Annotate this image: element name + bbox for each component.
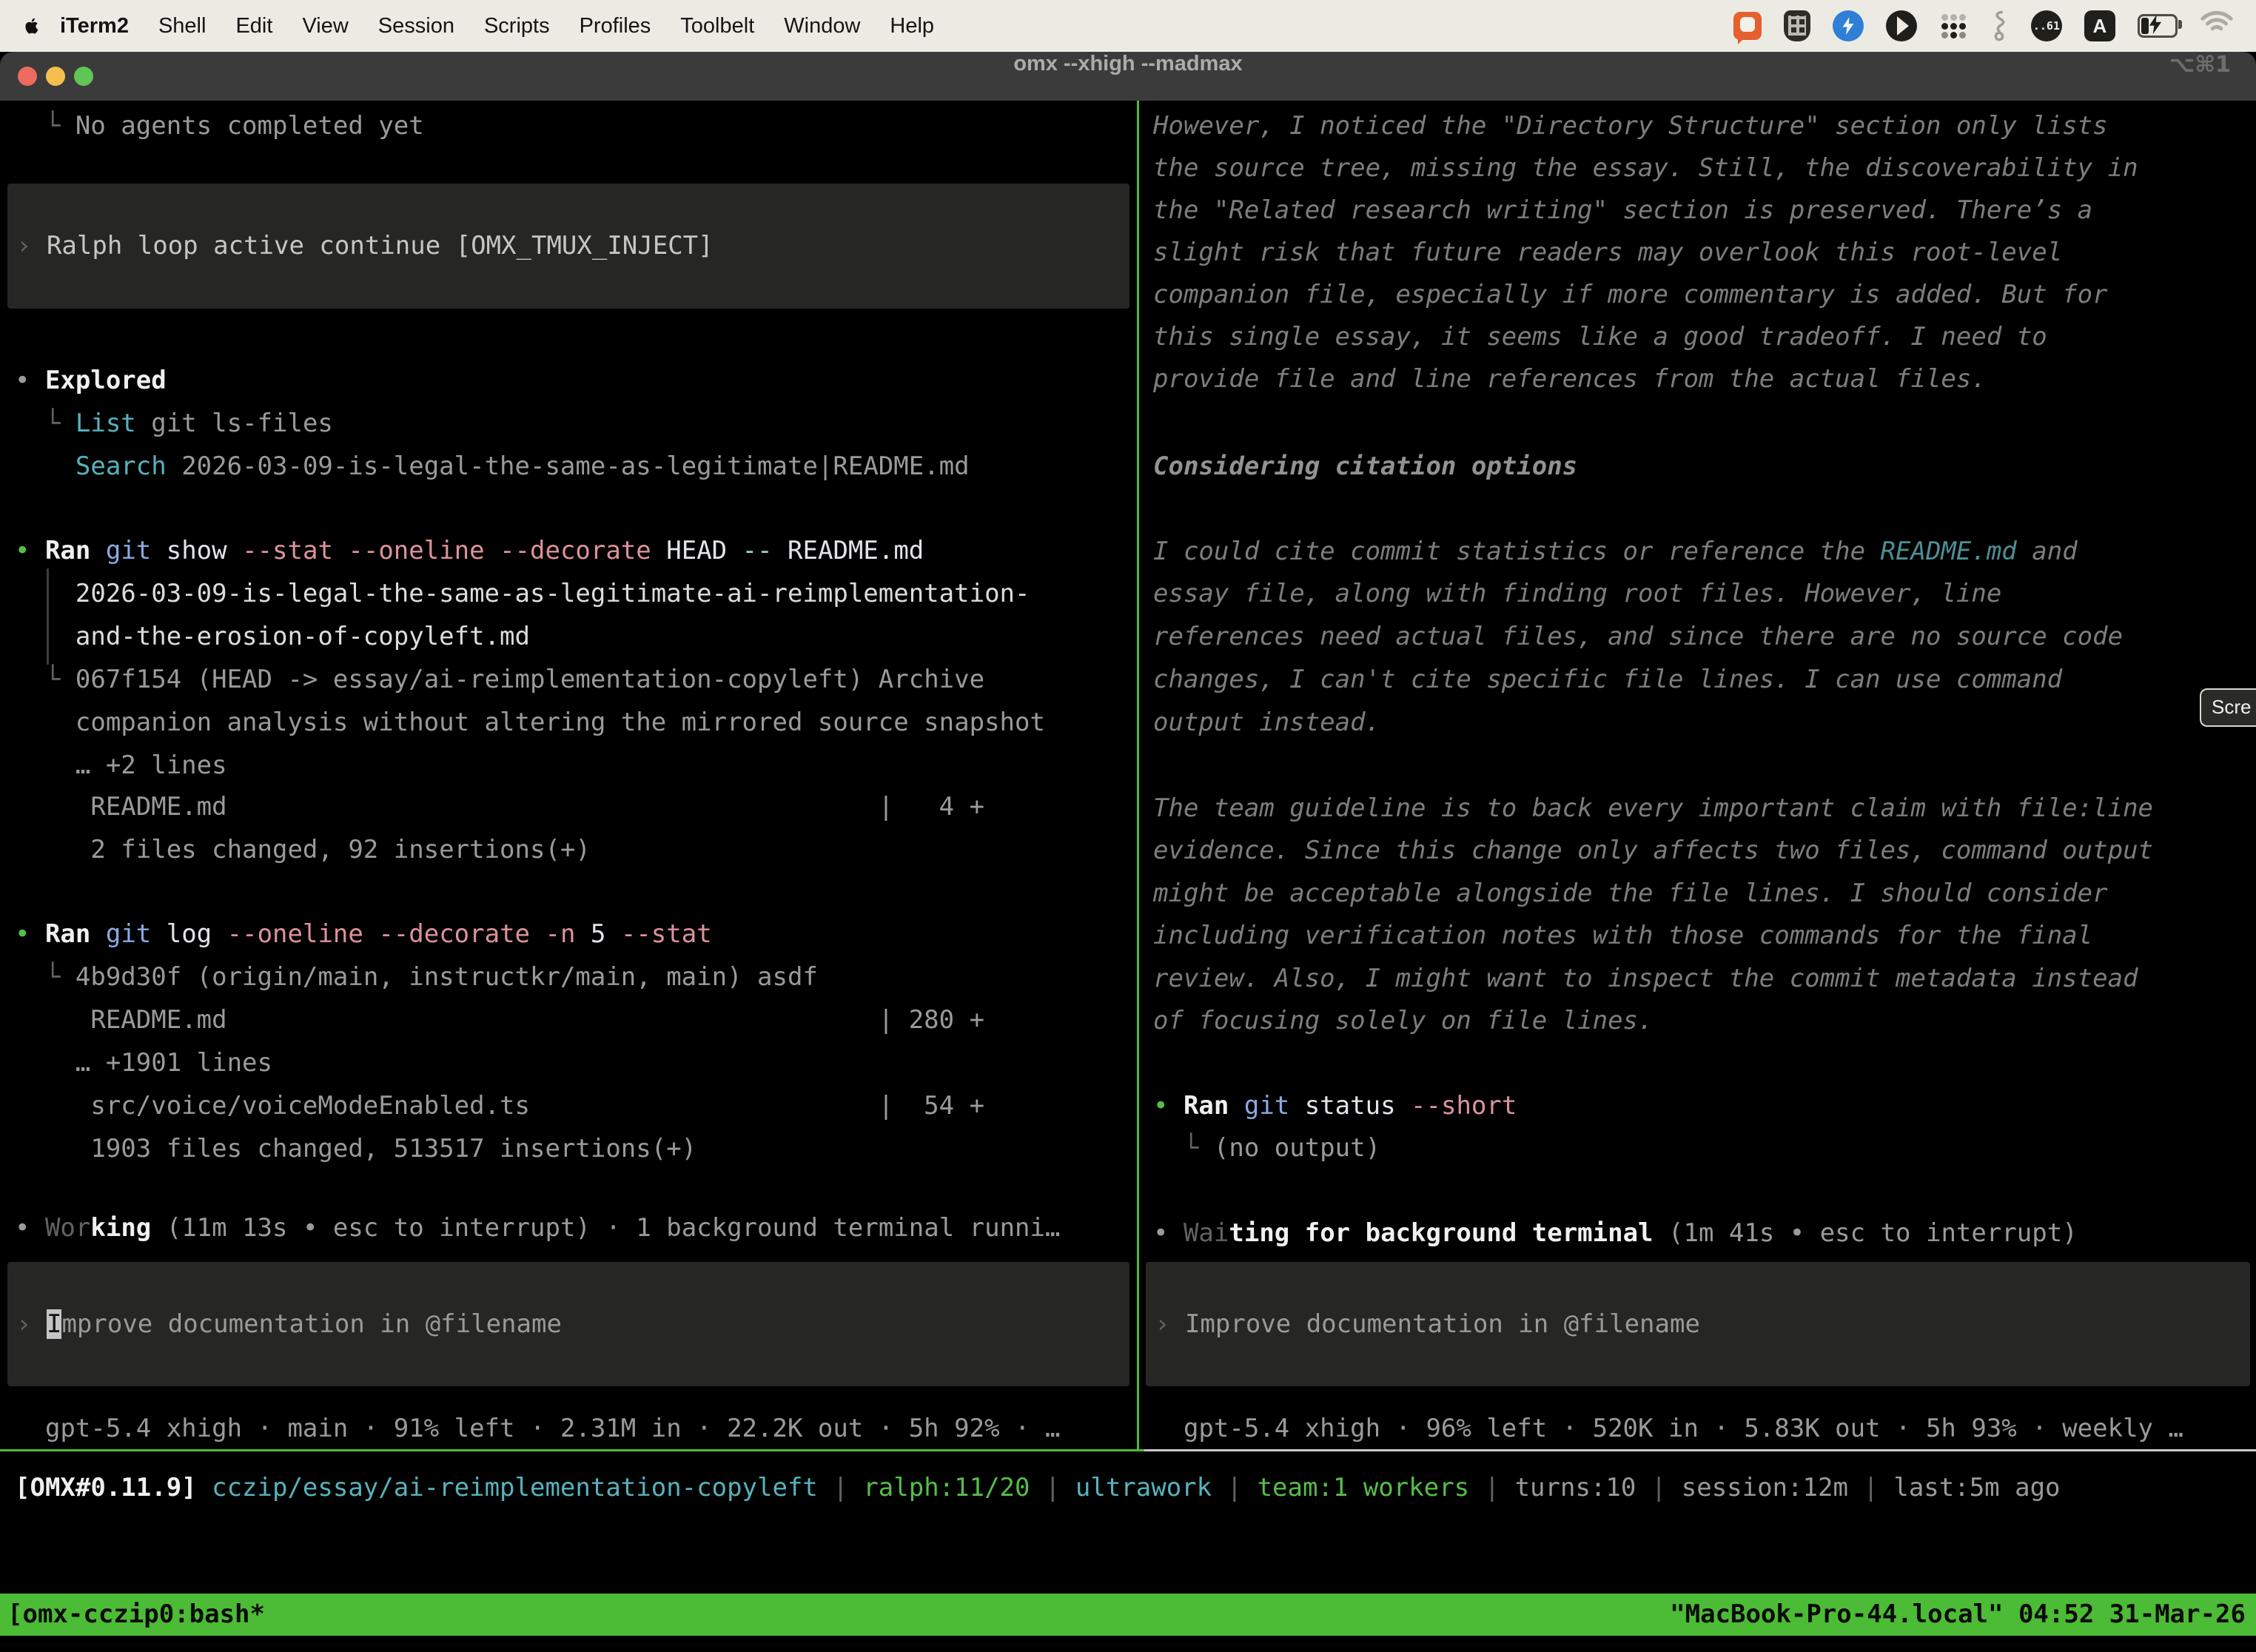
terminal-line: references need actual files, and since … [1153, 616, 2123, 658]
terminal-line: └ 067f154 (HEAD -> essay/ai-reimplementa… [15, 659, 984, 701]
apple-menu-icon[interactable] [22, 14, 42, 38]
pane-border-left-bottom [0, 1449, 1144, 1451]
menu-item-edit[interactable]: Edit [221, 14, 287, 38]
pane-divider[interactable] [1137, 101, 1139, 1451]
terminal-line: • Ran git log --oneline --decorate -n 5 … [15, 913, 712, 956]
terminal-line: gpt-5.4 xhigh · main · 91% left · 2.31M … [15, 1408, 1060, 1449]
terminal-line: review. Also, I might want to inspect th… [1153, 958, 2138, 1000]
terminal-line: └ No agents completed yet [15, 105, 424, 147]
keyboard-layout-icon[interactable]: A [2084, 10, 2115, 41]
menu-item-view[interactable]: View [287, 14, 363, 38]
terminal-line: output instead. [1153, 702, 1380, 744]
omx-status-line: [OMX#0.11.9] cczip/essay/ai-reimplementa… [15, 1467, 2061, 1509]
menu-item-app[interactable]: iTerm2 [42, 14, 144, 38]
agent-prompt-input-right[interactable]: › Improve documentation in @filename [1146, 1262, 2250, 1386]
prompt-text-left: › Improve documentation in @filename [7, 1303, 562, 1346]
terminal-line: of focusing solely on file lines. [1153, 1000, 1654, 1042]
menu-item-session[interactable]: Session [363, 14, 469, 38]
terminal-line: slight risk that future readers may over… [1153, 232, 2062, 274]
terminal-line: this single essay, it seems like a good … [1153, 316, 2047, 358]
menu-item-profiles[interactable]: Profiles [565, 14, 666, 38]
terminal-line: changes, I can't cite specific file line… [1153, 659, 2062, 701]
terminal-line: • Working (11m 13s • esc to interrupt) ·… [15, 1207, 1060, 1249]
terminal-line: the "Related research writing" section i… [1153, 189, 2092, 232]
terminal-line: • Ran git status --short [1153, 1085, 1517, 1127]
dark-crescent-icon[interactable] [1886, 10, 1917, 41]
terminal-line: gpt-5.4 xhigh · 96% left · 520K in · 5.8… [1153, 1408, 2183, 1449]
terminal-line: • Ran git show --stat --oneline --decora… [15, 530, 924, 572]
agent-input-box-ralph[interactable]: › Ralph loop active continue [OMX_TMUX_I… [7, 184, 1129, 309]
prompt-text-right: › Improve documentation in @filename [1146, 1303, 1700, 1346]
menu-item-toolbelt[interactable]: Toolbelt [665, 14, 769, 38]
terminal-line: Considering citation options [1153, 446, 1577, 488]
ralph-input-text: › Ralph loop active continue [OMX_TMUX_I… [7, 225, 714, 267]
window-title-bar: omx --xhigh --madmax ⌥⌘1 [0, 52, 2256, 101]
terminal-line: provide file and line references from th… [1153, 358, 1987, 400]
squiggle-icon[interactable] [1990, 10, 2009, 41]
timer-badge-icon[interactable]: ..61 [2031, 10, 2062, 41]
terminal-line: … +1901 lines [15, 1042, 272, 1084]
terminal-line: the source tree, missing the essay. Stil… [1153, 147, 2138, 189]
terminal-line: README.md | 4 + [15, 786, 984, 828]
dots-grid-icon[interactable] [1939, 12, 1967, 40]
menu-item-scripts[interactable]: Scripts [469, 14, 565, 38]
terminal-line: evidence. Since this change only affects… [1153, 830, 2153, 872]
menu-item-help[interactable]: Help [875, 14, 949, 38]
pane-border-right-bottom [1144, 1449, 2256, 1451]
terminal-line: might be acceptable alongside the file l… [1153, 873, 2108, 915]
tmux-status-bar: [omx-cczip0:bash* "MacBook-Pro-44.local"… [0, 1594, 2256, 1636]
terminal-line: └ List git ls-files [15, 403, 333, 445]
screen-overlay-button[interactable]: Scre [2200, 688, 2256, 727]
terminal-line: 2 files changed, 92 insertions(+) [15, 829, 591, 871]
tab-shortcut-badge: ⌥⌘1 [2169, 52, 2231, 78]
terminal-line: Search 2026-03-09-is-legal-the-same-as-l… [15, 446, 970, 488]
terminal-line: The team guideline is to back every impo… [1153, 788, 2153, 830]
menu-item-window[interactable]: Window [769, 14, 875, 38]
shield-grid-icon[interactable] [1784, 10, 1810, 41]
terminal-line: • Explored [15, 360, 167, 402]
terminal-line: src/voice/voiceModeEnabled.ts | 54 + [15, 1085, 984, 1127]
terminal-line: README.md | 280 + [15, 999, 984, 1041]
terminal-line: └ (no output) [1153, 1127, 1380, 1169]
terminal-line: 1903 files changed, 513517 insertions(+) [15, 1128, 696, 1170]
agent-prompt-input-left[interactable]: › Improve documentation in @filename [7, 1262, 1129, 1386]
terminal-line: companion file, especially if more comme… [1153, 274, 2108, 316]
terminal-line: … +2 lines [15, 745, 227, 787]
tmux-host-clock-label: "MacBook-Pro-44.local" 04:52 31-Mar-26 [1670, 1594, 2246, 1636]
blue-bolt-icon[interactable] [1833, 10, 1864, 41]
terminal-line: essay file, along with finding root file… [1153, 573, 2001, 615]
terminal-line: I could cite commit statistics or refere… [1153, 531, 2078, 573]
terminal-line: companion analysis without altering the … [15, 702, 1045, 744]
tmux-session-label: [omx-cczip0:bash* [7, 1594, 265, 1636]
terminal-line: 2026-03-09-is-legal-the-same-as-legitima… [15, 573, 1030, 615]
tmux-pane-left[interactable]: › Ralph loop active continue [OMX_TMUX_I… [0, 101, 1137, 1449]
terminal-line: However, I noticed the "Directory Struct… [1153, 105, 2108, 147]
terminal-line: • Waiting for background terminal (1m 41… [1153, 1212, 2078, 1255]
terminal-line: └ 4b9d30f (origin/main, instructkr/main,… [15, 956, 818, 998]
battery-charging-icon[interactable] [2138, 14, 2178, 38]
terminal-line: and-the-erosion-of-copyleft.md [15, 616, 530, 658]
menu-bar: iTerm2 Shell Edit View Session Scripts P… [0, 0, 2256, 52]
terminal-line: including verification notes with those … [1153, 915, 2092, 957]
terminal-content: › Ralph loop active continue [OMX_TMUX_I… [0, 101, 2256, 1652]
wifi-icon[interactable] [2200, 10, 2240, 42]
screen-recording-icon[interactable] [1733, 12, 1762, 40]
menu-item-shell[interactable]: Shell [144, 14, 221, 38]
tmux-pane-right[interactable]: › Improve documentation in @filename How… [1138, 101, 2256, 1449]
menu-bar-status-icons: ..61 A [1733, 10, 2256, 42]
window-title: omx --xhigh --madmax [0, 52, 2256, 76]
